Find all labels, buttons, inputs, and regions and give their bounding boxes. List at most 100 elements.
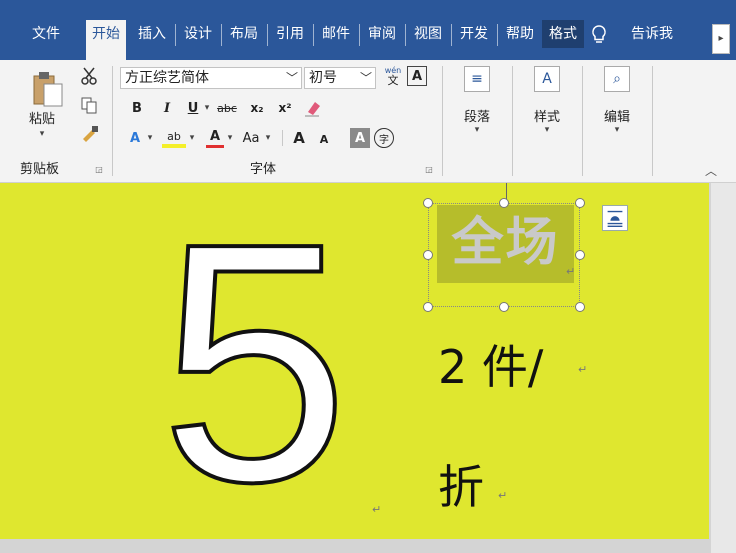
highlight-chevron-icon[interactable]: ▾ — [188, 128, 196, 148]
resize-handle[interactable] — [423, 198, 433, 208]
tell-me-search[interactable]: 告诉我 — [624, 20, 680, 48]
tab-developer[interactable]: 开发 — [454, 20, 494, 48]
resize-handle[interactable] — [423, 250, 433, 260]
phonetic-guide-button[interactable]: wén 文 — [382, 64, 404, 88]
clear-formatting-icon[interactable] — [302, 98, 322, 118]
font-color-chevron-icon[interactable]: ▾ — [226, 128, 234, 148]
layout-options-icon[interactable] — [602, 205, 628, 231]
paragraph-mark-icon: ↵ — [578, 363, 588, 376]
italic-button[interactable]: I — [158, 98, 176, 118]
font-color-button[interactable]: A — [206, 128, 224, 148]
word-window: 文件 开始 插入 设计 布局 引用 邮件 审阅 视图 开发 帮助 格式 告诉我 … — [0, 0, 736, 553]
editing-button[interactable]: ⌕ 编辑 ▾ — [592, 66, 642, 135]
home-ribbon: 粘贴 ▾ 剪贴板 ◲ 方正综艺简体 ﹀ 初号 ﹀ wén 文 A B I U ▾… — [0, 60, 736, 183]
tab-help[interactable]: 帮助 — [500, 20, 540, 48]
chevron-down-icon[interactable]: ﹀ — [286, 68, 298, 88]
clipboard-group-label: 剪贴板 — [20, 162, 60, 177]
tab-review[interactable]: 审阅 — [362, 20, 402, 48]
strikethrough-button[interactable]: abc — [212, 98, 242, 118]
vertical-scrollbar[interactable] — [711, 183, 736, 553]
tab-separator — [313, 24, 314, 46]
change-case-chevron-icon[interactable]: ▾ — [264, 128, 272, 148]
font-dialog-launcher-icon[interactable]: ◲ — [424, 164, 434, 174]
paragraph-mark-icon: ↵ — [566, 265, 576, 278]
tab-format[interactable]: 格式 — [542, 20, 584, 48]
enclose-characters-button[interactable]: 字 — [374, 128, 394, 148]
clipboard-dialog-launcher-icon[interactable]: ◲ — [94, 164, 104, 174]
lightbulb-icon[interactable] — [589, 24, 609, 46]
editing-label: 编辑 — [603, 110, 630, 125]
paragraph-label: 段落 — [463, 110, 490, 125]
tab-separator — [221, 24, 222, 46]
tab-separator — [451, 24, 452, 46]
group-divider — [512, 66, 513, 176]
tab-layout[interactable]: 布局 — [224, 20, 264, 48]
chevron-down-icon: ▾ — [474, 125, 480, 135]
styles-button[interactable]: A 样式 ▾ — [522, 66, 572, 135]
button-divider — [282, 130, 283, 146]
tab-home[interactable]: 开始 — [86, 20, 126, 60]
underline-button[interactable]: U — [184, 98, 202, 118]
document-area: 5 全场 ↵ 2 件/ ↵ 折 ↵ ↵ — [0, 183, 736, 553]
cut-icon[interactable] — [80, 66, 100, 86]
ribbon-tab-bar: 文件 开始 插入 设计 布局 引用 邮件 审阅 视图 开发 帮助 格式 告诉我 … — [0, 0, 736, 60]
font-size-combo[interactable]: 初号 ﹀ — [304, 67, 376, 89]
grow-font-button[interactable]: A — [288, 128, 310, 148]
bold-button[interactable]: B — [128, 98, 146, 118]
tab-separator — [267, 24, 268, 46]
selection-frame — [428, 203, 580, 307]
superscript-button[interactable]: x² — [274, 98, 296, 118]
tab-separator — [405, 24, 406, 46]
big-number-text[interactable]: 5 — [158, 191, 351, 535]
text-effects-button[interactable]: A — [126, 128, 144, 148]
styles-icon: A — [534, 66, 560, 92]
paste-dropdown-chevron-icon[interactable]: ▾ — [34, 128, 50, 140]
character-border-button[interactable]: A — [407, 66, 427, 86]
group-divider — [582, 66, 583, 176]
tab-separator — [175, 24, 176, 46]
tab-view[interactable]: 视图 — [408, 20, 448, 48]
paste-button-label[interactable]: 粘贴 — [22, 108, 62, 127]
search-icon: ⌕ — [604, 66, 630, 92]
ribbon-scroll-right-button[interactable]: ▸ — [712, 24, 730, 54]
group-divider — [442, 66, 443, 176]
tab-mailings[interactable]: 邮件 — [316, 20, 356, 48]
copy-icon[interactable] — [80, 96, 98, 114]
group-divider — [112, 66, 113, 176]
highlight-button[interactable]: ab — [162, 128, 186, 148]
font-name-combo[interactable]: 方正综艺简体 ﹀ — [120, 67, 302, 89]
underline-dropdown-chevron-icon[interactable]: ▾ — [202, 98, 212, 118]
resize-handle[interactable] — [575, 302, 585, 312]
chevron-down-icon: ▾ — [544, 125, 550, 135]
text-effects-chevron-icon[interactable]: ▾ — [146, 128, 154, 148]
tab-file[interactable]: 文件 — [22, 20, 70, 48]
resize-handle[interactable] — [423, 302, 433, 312]
format-painter-icon[interactable] — [80, 124, 100, 142]
paragraph-button[interactable]: ≡ 段落 ▾ — [452, 66, 502, 135]
styles-label: 样式 — [533, 110, 560, 125]
body-text-line-1[interactable]: 2 件/ — [438, 331, 543, 397]
phonetic-bottom: 文 — [387, 74, 399, 87]
tab-separator — [359, 24, 360, 46]
resize-handle[interactable] — [575, 198, 585, 208]
resize-handle[interactable] — [575, 250, 585, 260]
document-page[interactable]: 5 全场 ↵ 2 件/ ↵ 折 ↵ ↵ — [0, 183, 709, 539]
resize-handle[interactable] — [499, 302, 509, 312]
paragraph-mark-icon: ↵ — [498, 489, 508, 502]
group-divider — [652, 66, 653, 176]
tab-design[interactable]: 设计 — [178, 20, 218, 48]
tab-references[interactable]: 引用 — [270, 20, 310, 48]
chevron-down-icon[interactable]: ﹀ — [360, 68, 372, 88]
paste-icon[interactable] — [28, 68, 70, 108]
resize-handle[interactable] — [499, 198, 509, 208]
tab-insert[interactable]: 插入 — [132, 20, 172, 48]
collapse-ribbon-chevron-icon[interactable]: ︿ — [704, 164, 718, 178]
subscript-button[interactable]: x₂ — [246, 98, 268, 118]
paragraph-icon: ≡ — [464, 66, 490, 92]
paragraph-mark-icon: ↵ — [372, 503, 382, 516]
character-shading-button[interactable]: A — [350, 128, 370, 148]
shrink-font-button[interactable]: A — [314, 130, 334, 148]
change-case-button[interactable]: Aa — [238, 128, 264, 148]
font-size-value: 初号 — [309, 70, 337, 86]
body-text-line-2[interactable]: 折 — [438, 451, 484, 517]
